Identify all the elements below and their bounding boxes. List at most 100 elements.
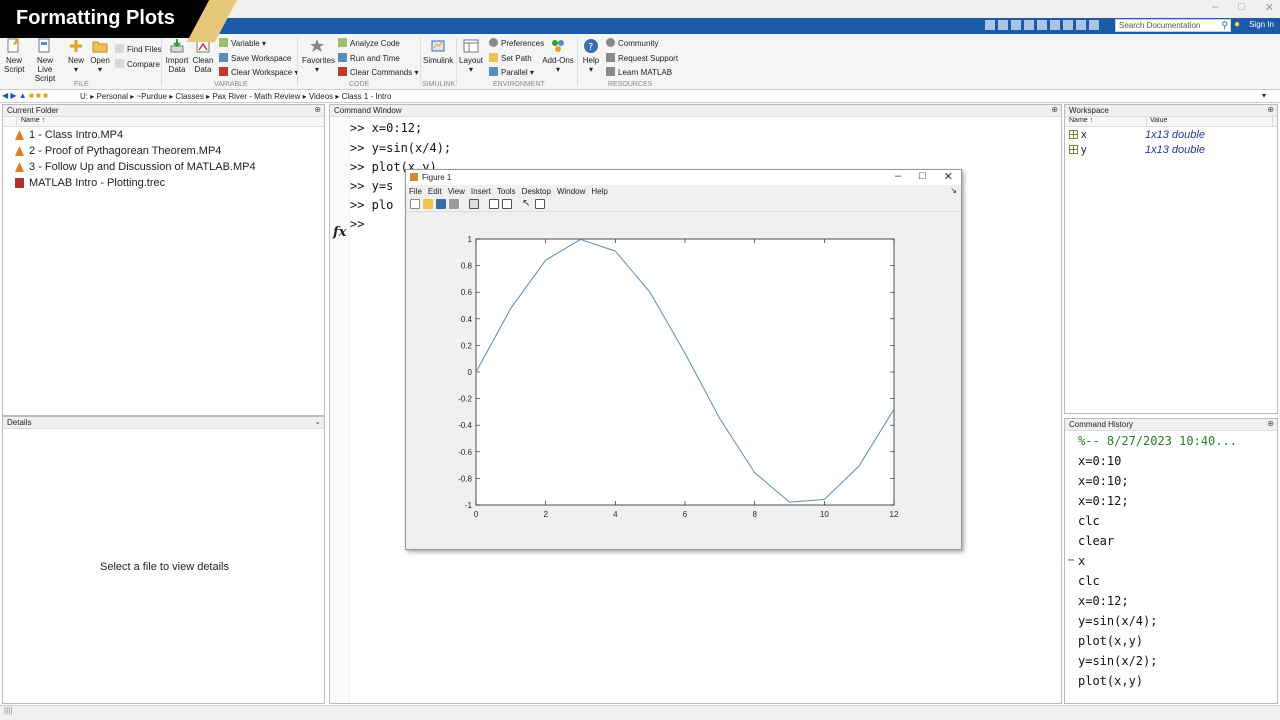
clean-data-button[interactable]: Clean Data xyxy=(192,38,214,74)
command-prompt[interactable]: >> xyxy=(350,217,372,231)
history-entry[interactable]: plot(x,y) xyxy=(1065,674,1277,694)
current-folder-path[interactable]: U: ▸ Personal ▸ ~Purdue ▸ Classes ▸ Pax … xyxy=(80,92,391,101)
save-workspace-button[interactable]: Save Workspace xyxy=(219,53,291,63)
search-icon[interactable]: ⚲ xyxy=(1221,20,1228,31)
preferences-button[interactable]: Preferences xyxy=(489,38,544,48)
request-support-button[interactable]: Request Support xyxy=(606,53,678,63)
community-button[interactable]: Community xyxy=(606,38,658,48)
new-script-button[interactable]: New Script xyxy=(4,38,24,74)
help-button[interactable]: ? Help ▾ xyxy=(580,38,602,74)
history-entry[interactable]: plot(x,y) xyxy=(1065,634,1277,654)
settings-icon[interactable] xyxy=(1089,20,1099,30)
history-entry[interactable]: clc xyxy=(1065,574,1277,594)
back-icon[interactable]: ◀ xyxy=(2,91,8,100)
save-icon[interactable] xyxy=(985,20,995,30)
run-and-time-button[interactable]: Run and Time xyxy=(338,53,400,63)
browse-icon[interactable]: ■ xyxy=(36,91,41,100)
set-path-button[interactable]: Set Path xyxy=(489,53,532,63)
figure-title-bar[interactable]: Figure 1 – □ ✕ xyxy=(406,170,961,185)
close-icon[interactable]: ✕ xyxy=(1265,1,1274,14)
history-entry[interactable]: clear xyxy=(1065,534,1277,554)
type-column[interactable] xyxy=(7,117,17,126)
menu-help[interactable]: Help xyxy=(591,187,607,198)
clear-workspace-button[interactable]: Clear Workspace ▾ xyxy=(219,67,298,77)
close-icon[interactable]: ✕ xyxy=(944,170,953,183)
name-column-header[interactable]: Name ↑ xyxy=(21,117,45,126)
open-button[interactable]: Open ▾ xyxy=(90,38,110,74)
insert-legend-icon[interactable] xyxy=(502,199,512,209)
collapse-chevron-icon[interactable]: ⌄ xyxy=(314,417,321,426)
maximize-icon[interactable]: □ xyxy=(1238,1,1245,14)
print-icon[interactable] xyxy=(449,199,459,209)
axes-box[interactable] xyxy=(475,238,895,506)
cut-icon[interactable] xyxy=(998,20,1008,30)
maximize-icon[interactable]: □ xyxy=(919,170,926,183)
property-inspector-icon[interactable] xyxy=(535,199,545,209)
new-live-script-button[interactable]: New Live Script xyxy=(28,38,62,83)
variable-button[interactable]: Variable ▾ xyxy=(219,38,266,48)
history-entry[interactable]: y=sin(x/4); xyxy=(1065,614,1277,634)
workspace-variable-row[interactable]: y 1x13 double xyxy=(1065,142,1277,157)
up-folder-icon[interactable]: ▲ xyxy=(19,91,27,100)
history-entry[interactable]: x=0:10 xyxy=(1065,454,1277,474)
parallel-button[interactable]: Parallel ▾ xyxy=(489,67,534,77)
find-files-button[interactable]: Find Files xyxy=(115,44,162,54)
analyze-code-button[interactable]: Analyze Code xyxy=(338,38,400,48)
history-entry[interactable]: clc xyxy=(1065,514,1277,534)
file-list-item[interactable]: 1 - Class Intro.MP4 xyxy=(3,127,324,143)
search-folder-icon[interactable]: ■ xyxy=(43,91,48,100)
history-entry[interactable]: x=0:12; xyxy=(1065,594,1277,614)
file-list-item[interactable]: MATLAB Intro - Plotting.trec xyxy=(3,175,324,191)
browse-folder-icon[interactable]: ■ xyxy=(29,91,34,100)
undo-icon[interactable] xyxy=(1037,20,1047,30)
compare-button[interactable]: Compare xyxy=(115,59,160,69)
menu-tools[interactable]: Tools xyxy=(497,187,516,198)
menu-window[interactable]: Window xyxy=(557,187,585,198)
file-list-item[interactable]: 3 - Follow Up and Discussion of MATLAB.M… xyxy=(3,159,324,175)
path-dropdown-icon[interactable]: ▾ xyxy=(1262,91,1266,100)
menu-desktop[interactable]: Desktop xyxy=(522,187,551,198)
history-session-header[interactable]: %-- 8/27/2023 10:40... xyxy=(1065,434,1277,454)
panel-options-icon[interactable]: ⊕ xyxy=(1267,105,1274,114)
workspace-variable-row[interactable]: x 1x13 double xyxy=(1065,127,1277,142)
new-button[interactable]: New ▾ xyxy=(66,38,86,74)
import-data-button[interactable]: Import Data xyxy=(165,38,189,74)
forward-icon[interactable]: ▶ xyxy=(10,91,16,100)
panel-options-icon[interactable]: ⊕ xyxy=(1267,419,1274,428)
name-column-header[interactable]: Name ↑ xyxy=(1069,117,1147,126)
value-column-header[interactable]: Value xyxy=(1147,117,1273,126)
current-folder-column-header[interactable]: Name ↑ xyxy=(3,117,324,127)
insert-colorbar-icon[interactable] xyxy=(489,199,499,209)
paste-icon[interactable] xyxy=(1024,20,1034,30)
open-file-icon[interactable] xyxy=(423,199,433,209)
help-icon[interactable] xyxy=(1076,20,1086,30)
panel-options-icon[interactable]: ⊕ xyxy=(1051,105,1058,114)
history-entry[interactable]: x=0:10; xyxy=(1065,474,1277,494)
switch-windows-icon[interactable] xyxy=(1063,20,1073,30)
sign-in-link[interactable]: Sign In xyxy=(1249,20,1274,29)
save-icon[interactable] xyxy=(436,199,446,209)
layout-button[interactable]: Layout ▾ xyxy=(459,38,483,74)
menu-view[interactable]: View xyxy=(448,187,465,198)
simulink-button[interactable]: Simulink xyxy=(423,38,453,65)
dock-icon[interactable]: ↘ xyxy=(950,186,957,195)
minimize-icon[interactable]: – xyxy=(1212,1,1218,14)
new-figure-icon[interactable] xyxy=(410,199,420,209)
search-documentation-input[interactable]: Search Documentation ⚲ xyxy=(1115,19,1231,32)
add-ons-button[interactable]: Add-Ons ▾ xyxy=(541,38,575,74)
function-browser-icon[interactable]: fx xyxy=(333,225,346,240)
clear-commands-button[interactable]: Clear Commands ▾ xyxy=(338,67,419,77)
link-plot-icon[interactable] xyxy=(469,199,479,209)
favorites-button[interactable]: Favorites ▾ xyxy=(302,38,335,74)
history-entry[interactable]: x xyxy=(1065,554,1277,574)
bell-icon[interactable]: ● xyxy=(1234,19,1240,30)
copy-icon[interactable] xyxy=(1011,20,1021,30)
edit-plot-arrow-icon[interactable]: ↖ xyxy=(522,199,532,209)
menu-edit[interactable]: Edit xyxy=(428,187,442,198)
history-entry[interactable]: x=0:12; xyxy=(1065,494,1277,514)
minimize-icon[interactable]: – xyxy=(895,170,901,183)
plot-area[interactable]: 0 2 4 6 8 10 12 -1 -0.8 -0.6 -0.4 -0.2 0 0.2 0.4 0.6 0.8… xyxy=(406,214,961,549)
panel-options-icon[interactable]: ⊕ xyxy=(314,105,321,114)
redo-icon[interactable] xyxy=(1050,20,1060,30)
history-entry[interactable]: y=sin(x/2); xyxy=(1065,654,1277,674)
